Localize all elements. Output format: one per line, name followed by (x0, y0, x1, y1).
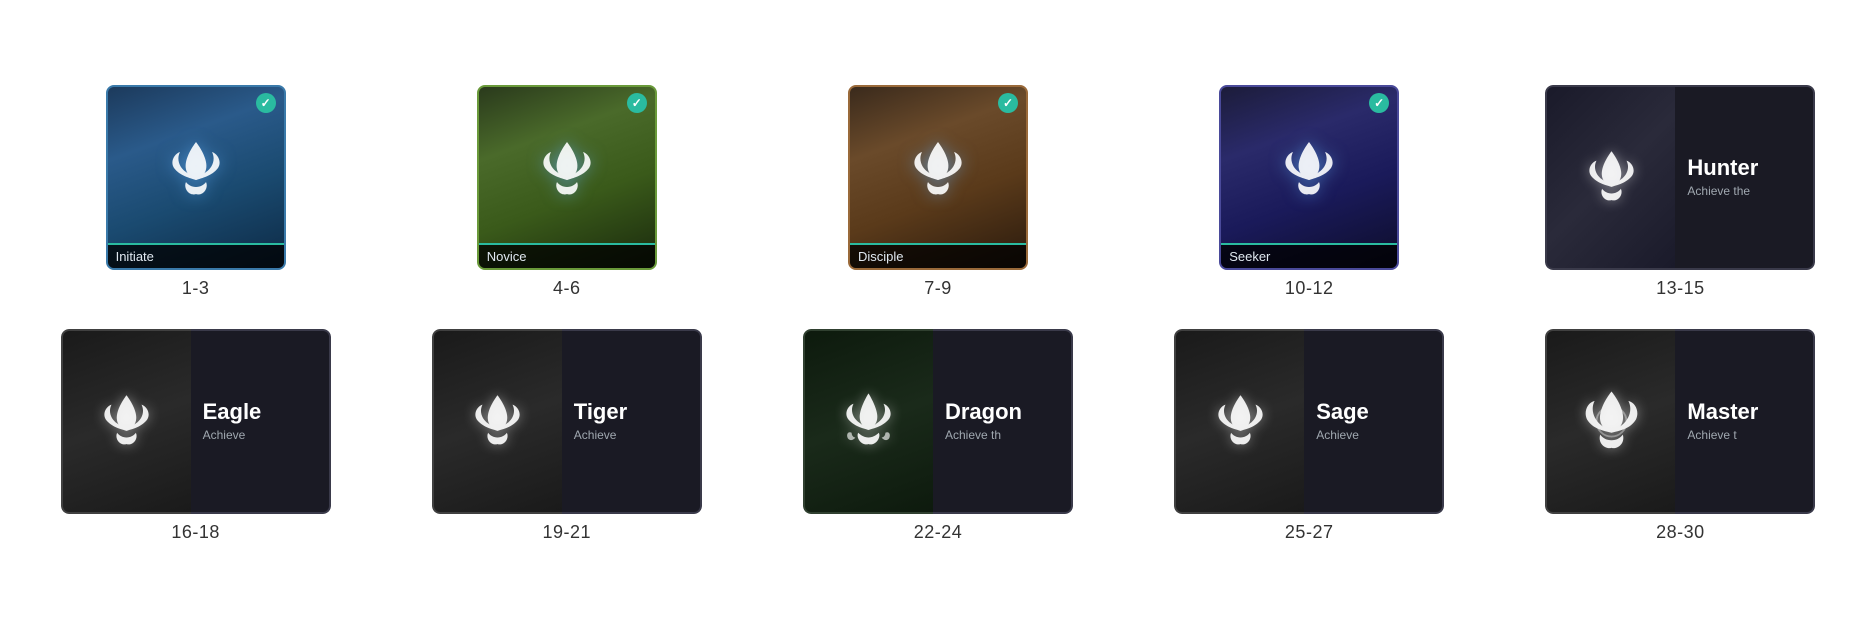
badge-wide-dragon: Dragon Achieve th (803, 329, 1073, 514)
badge-img-dragon (803, 329, 933, 514)
rank-item-hunter[interactable]: Hunter Achieve the 13-15 (1525, 85, 1836, 299)
badge-wide-sage: Sage Achieve (1174, 329, 1444, 514)
badge-text-hunter: Hunter Achieve the (1675, 85, 1815, 270)
badge-text-sage: Sage Achieve (1304, 329, 1444, 514)
badge-container-hunter: Hunter Achieve the (1545, 85, 1815, 270)
badge-container-eagle: Eagle Achieve (61, 329, 331, 514)
rank-item-eagle[interactable]: Eagle Achieve 16-18 (40, 329, 351, 543)
rank-desc-eagle: Achieve (203, 428, 317, 444)
rank-item-novice[interactable]: ✓ Novice 4-6 (411, 85, 722, 299)
badge-container-initiate: ✓ Initiate (106, 85, 286, 270)
badge-img-eagle (61, 329, 191, 514)
badge-text-master: Master Achieve t (1675, 329, 1815, 514)
ranks-grid: ✓ Initiate1-3✓ Novice4-6✓ (40, 85, 1836, 543)
rank-desc-sage: Achieve (1316, 428, 1430, 444)
badge-wide-hunter: Hunter Achieve the (1545, 85, 1815, 270)
rank-item-tiger[interactable]: Tiger Achieve 19-21 (411, 329, 722, 543)
badge-icon-area-disciple (850, 87, 1026, 243)
badge-container-novice: ✓ Novice (477, 85, 657, 270)
rank-range-seeker: 10-12 (1285, 278, 1334, 299)
rank-item-master[interactable]: Master Achieve t 28-30 (1525, 329, 1836, 543)
rank-title-master: Master (1687, 400, 1801, 424)
badge-label-initiate: Initiate (108, 243, 284, 268)
rank-range-initiate: 1-3 (182, 278, 210, 299)
rank-range-eagle: 16-18 (171, 522, 220, 543)
rank-title-hunter: Hunter (1687, 156, 1801, 180)
rank-desc-dragon: Achieve th (945, 428, 1059, 444)
rank-title-eagle: Eagle (203, 400, 317, 424)
rank-desc-hunter: Achieve the (1687, 184, 1801, 200)
badge-text-tiger: Tiger Achieve (562, 329, 702, 514)
badge-img-sage (1174, 329, 1304, 514)
rank-item-dragon[interactable]: Dragon Achieve th 22-24 (782, 329, 1093, 543)
badge-label-novice: Novice (479, 243, 655, 268)
badge-wide-tiger: Tiger Achieve (432, 329, 702, 514)
rank-range-hunter: 13-15 (1656, 278, 1705, 299)
rank-range-dragon: 22-24 (914, 522, 963, 543)
badge-container-sage: Sage Achieve (1174, 329, 1444, 514)
rank-item-disciple[interactable]: ✓ Disciple 7-9 (782, 85, 1093, 299)
badge-container-dragon: Dragon Achieve th (803, 329, 1073, 514)
badge-seeker: ✓ Seeker (1219, 85, 1399, 270)
rank-range-novice: 4-6 (553, 278, 581, 299)
badge-initiate: ✓ Initiate (106, 85, 286, 270)
badge-icon-area-seeker (1221, 87, 1397, 243)
rank-item-sage[interactable]: Sage Achieve 25-27 (1154, 329, 1465, 543)
badge-label-seeker: Seeker (1221, 243, 1397, 268)
rank-range-master: 28-30 (1656, 522, 1705, 543)
rank-item-initiate[interactable]: ✓ Initiate 1-3 (40, 85, 351, 299)
badge-novice: ✓ Novice (477, 85, 657, 270)
rank-title-dragon: Dragon (945, 400, 1059, 424)
badge-container-disciple: ✓ Disciple (848, 85, 1028, 270)
badge-text-dragon: Dragon Achieve th (933, 329, 1073, 514)
badge-icon-area-novice (479, 87, 655, 243)
badge-container-master: Master Achieve t (1545, 329, 1815, 514)
badge-img-master (1545, 329, 1675, 514)
badge-wide-master: Master Achieve t (1545, 329, 1815, 514)
badge-wide-eagle: Eagle Achieve (61, 329, 331, 514)
rank-title-sage: Sage (1316, 400, 1430, 424)
rank-range-disciple: 7-9 (924, 278, 952, 299)
badge-container-seeker: ✓ Seeker (1219, 85, 1399, 270)
rank-desc-master: Achieve t (1687, 428, 1801, 444)
badge-disciple: ✓ Disciple (848, 85, 1028, 270)
rank-title-tiger: Tiger (574, 400, 688, 424)
badge-container-tiger: Tiger Achieve (432, 329, 702, 514)
rank-item-seeker[interactable]: ✓ Seeker 10-12 (1154, 85, 1465, 299)
badge-label-disciple: Disciple (850, 243, 1026, 268)
badge-text-eagle: Eagle Achieve (191, 329, 331, 514)
rank-range-sage: 25-27 (1285, 522, 1334, 543)
rank-range-tiger: 19-21 (543, 522, 592, 543)
badge-img-tiger (432, 329, 562, 514)
badge-icon-area-initiate (108, 87, 284, 243)
badge-img-hunter (1545, 85, 1675, 270)
rank-desc-tiger: Achieve (574, 428, 688, 444)
